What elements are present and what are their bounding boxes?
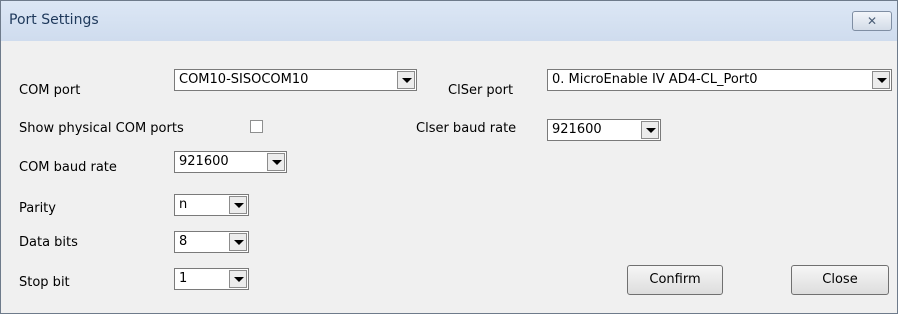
clser-port-select[interactable]: 0. MicroEnable IV AD4-CL_Port0 <box>547 69 892 91</box>
chevron-down-icon[interactable] <box>229 233 247 251</box>
dialog-title: Port Settings <box>9 12 99 28</box>
parity-select[interactable]: n <box>174 194 249 216</box>
parity-label: Parity <box>19 201 56 216</box>
close-icon: ✕ <box>866 14 878 28</box>
chevron-down-icon[interactable] <box>229 196 247 214</box>
dialog-body: COM port COM10-SISOCOM10 Show physical C… <box>9 49 892 307</box>
com-baud-rate-label: COM baud rate <box>19 160 117 175</box>
port-settings-dialog: Port Settings ✕ COM port COM10-SISOCOM10… <box>0 0 898 314</box>
data-bits-select[interactable]: 8 <box>174 231 249 253</box>
parity-value: n <box>179 197 188 212</box>
com-port-select[interactable]: COM10-SISOCOM10 <box>174 69 417 91</box>
show-physical-ports-checkbox[interactable] <box>250 120 263 133</box>
clser-baud-rate-value: 921600 <box>552 122 602 137</box>
com-port-label: COM port <box>19 83 81 98</box>
chevron-down-icon[interactable] <box>872 71 890 89</box>
stop-bit-value: 1 <box>179 271 188 286</box>
confirm-button[interactable]: Confirm <box>627 265 723 295</box>
stop-bit-label: Stop bit <box>19 275 70 290</box>
clser-baud-rate-label: Clser baud rate <box>416 121 517 136</box>
chevron-down-icon[interactable] <box>267 153 285 171</box>
show-physical-ports-label: Show physical COM ports <box>19 121 184 136</box>
chevron-down-icon[interactable] <box>397 71 415 89</box>
data-bits-value: 8 <box>179 234 188 249</box>
close-button[interactable]: Close <box>791 265 889 295</box>
clser-baud-rate-select[interactable]: 921600 <box>547 119 661 141</box>
close-window-button[interactable]: ✕ <box>852 11 892 31</box>
chevron-down-icon[interactable] <box>641 121 659 139</box>
com-baud-rate-select[interactable]: 921600 <box>174 151 287 173</box>
stop-bit-select[interactable]: 1 <box>174 268 249 290</box>
clser-port-label: ClSer port <box>448 83 514 98</box>
title-bar[interactable]: Port Settings ✕ <box>1 1 897 41</box>
clser-port-value: 0. MicroEnable IV AD4-CL_Port0 <box>552 72 758 87</box>
data-bits-label: Data bits <box>19 235 78 250</box>
com-baud-rate-value: 921600 <box>179 154 229 169</box>
chevron-down-icon[interactable] <box>229 270 247 288</box>
com-port-value: COM10-SISOCOM10 <box>179 72 309 87</box>
